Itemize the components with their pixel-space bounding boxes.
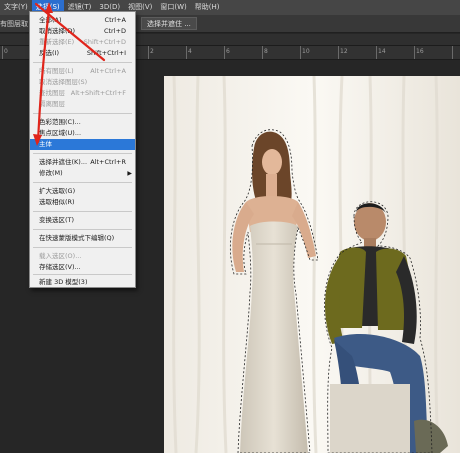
select-and-mask-button[interactable]: 选择并遮住 ... [141, 17, 197, 30]
menu-separator [33, 153, 132, 154]
menu-item-isolate-layers: 隔离图层 [39, 100, 65, 108]
submenu-arrow-icon: ▶ [127, 170, 132, 177]
ruler-tick: 0 [4, 48, 8, 55]
ruler-tick: 8 [264, 48, 268, 55]
ruler-tick: 16 [416, 48, 424, 55]
menu-item-reselect: 重新选择(E) Shift+Ctrl+D [39, 38, 126, 46]
menu-item-inverse[interactable]: 反选(I) Shift+Ctrl+I [30, 48, 135, 59]
menu-window[interactable]: 窗口(W) [156, 0, 190, 15]
photo-illustration [164, 76, 460, 453]
sample-all-layers-label[interactable]: 有图层取 [0, 19, 28, 29]
menu-item-save-selection[interactable]: 存储选区(V)... [30, 262, 135, 273]
menu-item-color-range[interactable]: 色彩范围(C)... [30, 117, 135, 128]
menu-item-load-selection: 载入选区(O)... [39, 252, 82, 260]
document-photo[interactable] [164, 76, 460, 453]
menu-item-all-layers: 所有图层(L) Alt+Ctrl+A [39, 67, 126, 75]
menu-item-focus-area[interactable]: 焦点区域(U)... [30, 128, 135, 139]
ruler-tick: 2 [150, 48, 154, 55]
ruler-tick: 10 [302, 48, 310, 55]
menu-item-deselect[interactable]: 取消选择(D) Ctrl+D [30, 26, 135, 37]
menu-separator [33, 229, 132, 230]
menu-separator [33, 274, 132, 275]
menu-help[interactable]: 帮助(H) [191, 0, 224, 15]
menu-item-quick-mask[interactable]: 在快速蒙版模式下编辑(Q) [30, 233, 135, 244]
ruler-tick: 14 [378, 48, 386, 55]
menu-item-transform-selection[interactable]: 变换选区(T) [30, 215, 135, 226]
ruler-tick: 6 [226, 48, 230, 55]
select-menu-dropdown: 全部(A) Ctrl+A 取消选择(D) Ctrl+D 重新选择(E) Shift+C… [29, 11, 136, 288]
menu-separator [33, 211, 132, 212]
menu-separator [33, 62, 132, 63]
menu-item-similar[interactable]: 选取相似(R) [30, 197, 135, 208]
ruler-tick: 12 [340, 48, 348, 55]
menu-item-select-all[interactable]: 全部(A) Ctrl+A [30, 15, 135, 26]
ruler-tick: 4 [188, 48, 192, 55]
menu-separator [33, 113, 132, 114]
canvas-area[interactable]: 全部(A) Ctrl+A 取消选择(D) Ctrl+D 重新选择(E) Shift+C… [0, 11, 460, 453]
menu-type[interactable]: 文字(Y) [0, 0, 32, 15]
menu-item-grow[interactable]: 扩大选取(G) [30, 186, 135, 197]
menu-item-modify[interactable]: 修改(M) ▶ [30, 168, 135, 179]
menu-item-new-3d-model[interactable]: 新建 3D 模型(3) [30, 277, 135, 288]
menu-item-deselect-layers: 取消选择图层(S) [39, 78, 88, 86]
menu-separator [33, 182, 132, 183]
menu-item-find-layers: 查找图层 Alt+Shift+Ctrl+F [39, 89, 126, 97]
menu-separator [33, 247, 132, 248]
menu-item-select-and-mask[interactable]: 选择并遮住(K)... Alt+Ctrl+R [30, 157, 135, 168]
menu-item-subject[interactable]: 主体 [30, 139, 135, 150]
